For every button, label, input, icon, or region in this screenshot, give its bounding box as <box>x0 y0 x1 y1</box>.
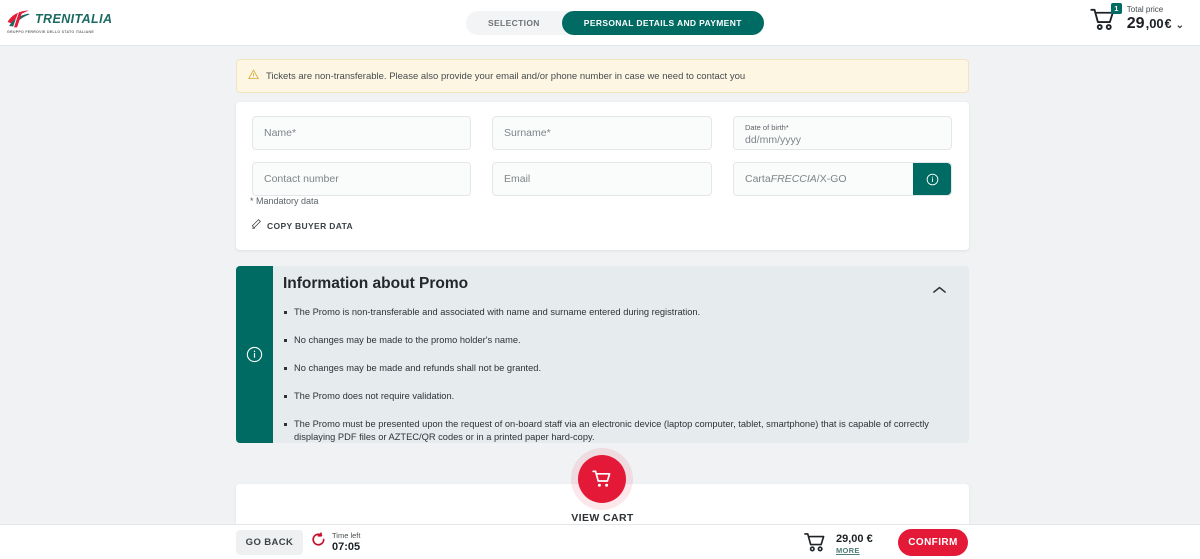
date-of-birth-placeholder: dd/mm/yyyy <box>745 134 802 146</box>
list-item: The Promo does not require validation. <box>283 390 938 403</box>
warning-triangle-icon <box>248 67 259 85</box>
warning-text: Tickets are non-transferable. Please als… <box>266 70 746 82</box>
checkout-footer-bar: GO BACK Time left 07:05 29,00 € MORE CON… <box>0 524 1200 559</box>
trenitalia-logo-icon <box>7 10 30 27</box>
cart-icon <box>592 470 611 487</box>
footer-price-summary: 29,00 € MORE <box>803 529 873 559</box>
email-placeholder: Email <box>504 173 531 185</box>
timer-text-block: Time left 07:05 <box>332 531 360 553</box>
warning-banner: Tickets are non-transferable. Please als… <box>236 59 969 93</box>
contact-number-field[interactable]: Contact number <box>252 162 471 196</box>
confirm-button[interactable]: CONFIRM <box>898 529 968 556</box>
cartafreccia-placeholder-post: /X-GO <box>816 173 847 185</box>
list-item: No changes may be made to the promo hold… <box>283 334 938 347</box>
promo-bullet-list: The Promo is non-transferable and associ… <box>283 306 938 443</box>
surname-placeholder: Surname* <box>504 127 551 139</box>
total-price-value: 29,00 € ⌄ <box>1127 15 1184 34</box>
view-cart-fab-button[interactable] <box>578 455 626 503</box>
mandatory-note: * Mandatory data <box>250 196 319 206</box>
checkout-step-tabs: SELECTION PERSONAL DETAILS AND PAYMENT <box>466 11 764 35</box>
total-price-label: Total price <box>1126 5 1164 14</box>
promo-title: Information about Promo <box>283 275 469 292</box>
copy-buyer-data-button[interactable]: COPY BUYER DATA <box>250 217 353 235</box>
cartafreccia-field[interactable]: CartaFRECCIA/X-GO <box>733 162 952 196</box>
list-item: No changes may be made and refunds shall… <box>283 362 938 375</box>
chevron-down-icon[interactable]: ⌄ <box>1176 17 1184 34</box>
surname-field[interactable]: Surname* <box>492 116 712 150</box>
chevron-up-icon <box>933 286 946 293</box>
timer-icon <box>311 532 326 552</box>
cartafreccia-info-button[interactable] <box>913 163 951 195</box>
cart-badge-count: 1 <box>1110 3 1122 14</box>
total-price-block: Total price 29,00 € ⌄ <box>1127 4 1184 34</box>
total-price-cents: ,00 <box>1145 16 1164 31</box>
info-circle-icon <box>926 173 938 185</box>
info-circle-icon <box>246 346 263 363</box>
tab-personal-details-and-payment[interactable]: PERSONAL DETAILS AND PAYMENT <box>561 11 764 35</box>
footer-price-amount: 29,00 € <box>836 533 873 545</box>
pencil-icon <box>250 217 262 235</box>
session-timer: Time left 07:05 <box>311 531 360 553</box>
currency-symbol: € <box>1164 17 1172 31</box>
name-placeholder: Name* <box>264 127 297 139</box>
name-field[interactable]: Name* <box>252 116 471 150</box>
promo-info-panel: Information about Promo The Promo is non… <box>236 266 969 443</box>
footer-price-text-block: 29,00 € MORE <box>836 533 873 556</box>
trenitalia-logo[interactable]: TRENITALIA GRUPPO FERROVIE DELLO STATO I… <box>6 5 112 37</box>
contact-number-placeholder: Contact number <box>264 173 339 185</box>
promo-collapse-toggle[interactable] <box>932 282 947 300</box>
list-item: The Promo must be presented upon the req… <box>283 418 938 443</box>
go-back-button[interactable]: GO BACK <box>236 530 303 555</box>
date-of-birth-label: Date of birth* <box>745 123 789 132</box>
total-price-int: 29 <box>1126 15 1145 32</box>
cart-icon-wrapper[interactable]: 1 <box>1089 3 1122 34</box>
cartafreccia-placeholder-pre: Carta <box>745 173 771 185</box>
tab-selection[interactable]: SELECTION <box>466 11 562 35</box>
footer-price-more-link[interactable]: MORE <box>836 546 873 556</box>
list-item: The Promo is non-transferable and associ… <box>283 306 938 319</box>
header-cart-summary[interactable]: 1 Total price 29,00 € ⌄ <box>1089 3 1184 34</box>
logo-tagline: GRUPPO FERROVIE DELLO STATO ITALIANE <box>7 29 94 34</box>
timer-label: Time left <box>332 531 361 540</box>
cart-icon <box>803 529 829 559</box>
cartafreccia-placeholder-em: FRECCIA <box>770 173 817 185</box>
app-header: TRENITALIA GRUPPO FERROVIE DELLO STATO I… <box>0 0 1200 46</box>
email-field[interactable]: Email <box>492 162 712 196</box>
copy-buyer-data-label: COPY BUYER DATA <box>267 221 354 231</box>
logo-wordmark: TRENITALIA <box>35 11 113 26</box>
timer-value: 07:05 <box>332 541 361 553</box>
date-of-birth-field[interactable]: Date of birth* dd/mm/yyyy <box>733 116 952 150</box>
checkout-page: Recipient Details Tickets are non-transf… <box>0 0 1200 559</box>
view-cart-label: VIEW CART <box>571 512 634 524</box>
cartafreccia-placeholder: CartaFRECCIA/X-GO <box>745 173 847 185</box>
promo-accent-strip <box>236 266 273 443</box>
